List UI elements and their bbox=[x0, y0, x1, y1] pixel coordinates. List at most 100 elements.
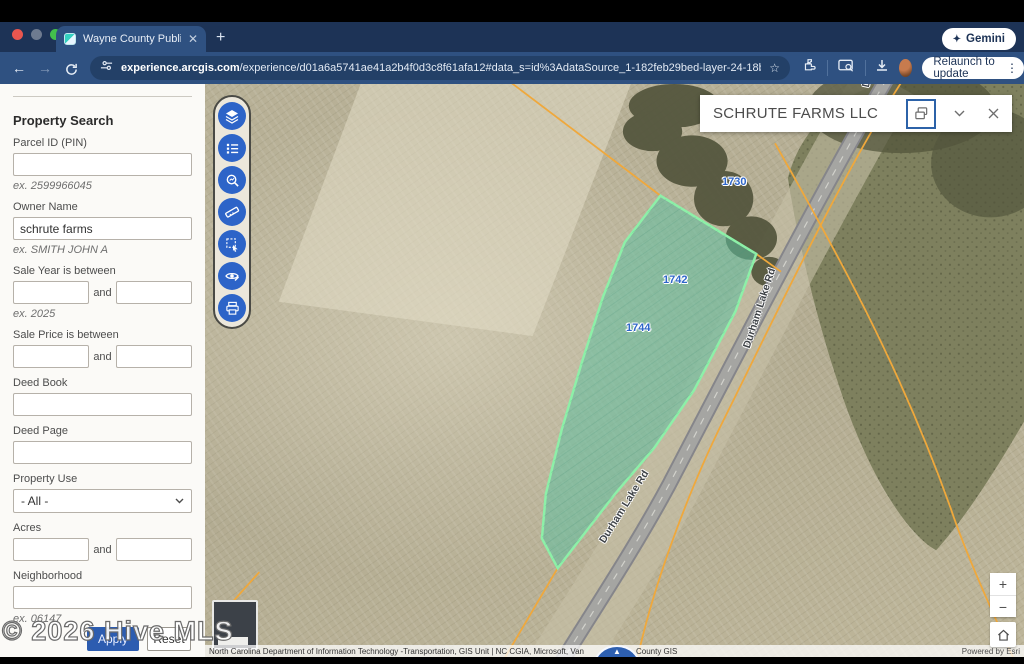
screen-frame: Wayne County Public Map ✕ + ✦ Gemini ← →… bbox=[0, 0, 1024, 664]
home-icon bbox=[997, 629, 1010, 641]
deed-page-label: Deed Page bbox=[13, 425, 192, 437]
deed-book-input[interactable] bbox=[13, 393, 192, 416]
parcel-label: 1742 bbox=[663, 274, 687, 286]
tab-favicon bbox=[64, 33, 76, 45]
deed-book-label: Deed Book bbox=[13, 377, 192, 389]
toolbar-actions: Relaunch to update ⋮ bbox=[802, 57, 1024, 79]
parcel-id-input[interactable] bbox=[13, 153, 192, 176]
profile-avatar[interactable] bbox=[899, 59, 912, 77]
query-icon bbox=[225, 173, 240, 188]
close-popup-button[interactable] bbox=[978, 99, 1008, 129]
url-bar[interactable]: experience.arcgis.com/experience/d01a6a5… bbox=[90, 56, 790, 80]
parcel-label: 1744 bbox=[626, 322, 650, 334]
toolbar-divider bbox=[827, 60, 828, 76]
legend-button[interactable] bbox=[218, 134, 246, 162]
legend-icon bbox=[225, 141, 240, 156]
menu-dots-icon[interactable]: ⋮ bbox=[1006, 61, 1018, 75]
forward-icon[interactable]: → bbox=[32, 60, 58, 76]
letterbox-top bbox=[0, 0, 1024, 22]
owner-name-input[interactable] bbox=[13, 217, 192, 240]
property-use-select[interactable]: - All - bbox=[13, 489, 192, 513]
dock-button[interactable] bbox=[906, 99, 936, 129]
dock-icon bbox=[914, 106, 929, 121]
acres-min-input[interactable] bbox=[13, 538, 89, 561]
query-button[interactable] bbox=[218, 166, 246, 194]
deed-page-input[interactable] bbox=[13, 441, 192, 464]
select-button[interactable] bbox=[218, 230, 246, 258]
url-domain: experience.arcgis.com bbox=[121, 62, 240, 74]
and-label: and bbox=[89, 544, 116, 556]
window-controls[interactable] bbox=[12, 29, 61, 40]
parcel-id-label: Parcel ID (PIN) bbox=[13, 137, 192, 149]
chevron-up-icon: ▲ bbox=[613, 647, 621, 657]
neighborhood-input[interactable] bbox=[13, 586, 192, 609]
chevron-down-icon bbox=[175, 498, 184, 504]
gemini-button[interactable]: ✦ Gemini bbox=[942, 28, 1016, 50]
back-icon[interactable]: ← bbox=[6, 60, 32, 76]
map-features bbox=[205, 84, 1024, 657]
screen-search-icon[interactable] bbox=[838, 58, 855, 78]
gemini-sparkle-icon: ✦ bbox=[953, 34, 961, 45]
sale-price-label: Sale Price is between bbox=[13, 329, 192, 341]
acres-label: Acres bbox=[13, 522, 192, 534]
layers-button[interactable] bbox=[218, 102, 246, 130]
reload-icon[interactable] bbox=[58, 60, 84, 76]
collapse-button[interactable] bbox=[944, 99, 974, 129]
print-icon bbox=[225, 301, 240, 316]
new-tab-button[interactable]: + bbox=[216, 30, 225, 46]
close-icon bbox=[988, 108, 999, 119]
owner-name-label: Owner Name bbox=[13, 201, 192, 213]
owner-name-hint: ex. SMITH JOHN A bbox=[13, 244, 192, 256]
feature-popup: SCHRUTE FARMS LLC bbox=[700, 95, 1012, 132]
close-window-button[interactable] bbox=[12, 29, 23, 40]
panel-title: Property Search bbox=[13, 113, 192, 128]
browser-tab[interactable]: Wayne County Public Map ✕ bbox=[56, 26, 206, 52]
chevron-down-icon bbox=[954, 110, 965, 117]
relaunch-label: Relaunch to update bbox=[933, 56, 1000, 80]
parcel-label: 1730 bbox=[722, 176, 746, 188]
measure-icon bbox=[224, 204, 240, 220]
and-label: and bbox=[89, 351, 116, 363]
tab-title: Wayne County Public Map bbox=[83, 33, 181, 45]
zoom-out-button[interactable]: − bbox=[990, 595, 1016, 617]
tab-close-icon[interactable]: ✕ bbox=[188, 32, 198, 46]
basemap-icon bbox=[224, 268, 240, 284]
measure-button[interactable] bbox=[218, 198, 246, 226]
parcel-id-hint: ex. 2599966045 bbox=[13, 180, 192, 192]
minimize-window-button[interactable] bbox=[31, 29, 42, 40]
print-button[interactable] bbox=[218, 294, 246, 322]
page-content: Property Search Parcel ID (PIN) ex. 2599… bbox=[0, 84, 1024, 657]
map-widget-toolbar bbox=[213, 95, 251, 329]
and-label: and bbox=[89, 287, 116, 299]
attribution-text: North Carolina Department of Information… bbox=[209, 647, 584, 656]
neighborhood-label: Neighborhood bbox=[13, 570, 192, 582]
map-canvas[interactable]: Durham Lake Rd 1730 1742 1744 Durham Lak… bbox=[205, 84, 1024, 657]
letterbox-bottom bbox=[0, 657, 1024, 664]
panel-divider bbox=[13, 96, 192, 97]
popup-title: SCHRUTE FARMS LLC bbox=[700, 105, 906, 122]
download-icon[interactable] bbox=[875, 59, 889, 78]
browser-tab-strip: Wayne County Public Map ✕ + ✦ Gemini bbox=[0, 22, 1024, 52]
bookmark-star-icon[interactable]: ☆ bbox=[769, 61, 780, 75]
extensions-icon[interactable] bbox=[802, 58, 817, 78]
select-icon bbox=[225, 237, 240, 252]
url-text[interactable]: experience.arcgis.com/experience/d01a6a5… bbox=[121, 62, 761, 74]
hive-mls-watermark: © 2026 Hive MLS bbox=[2, 616, 234, 647]
sale-price-min-input[interactable] bbox=[13, 345, 89, 368]
sale-year-max-input[interactable] bbox=[116, 281, 192, 304]
relaunch-button[interactable]: Relaunch to update ⋮ bbox=[922, 57, 1024, 79]
acres-max-input[interactable] bbox=[116, 538, 192, 561]
property-use-label: Property Use bbox=[13, 473, 192, 485]
gemini-label: Gemini bbox=[966, 33, 1005, 45]
property-search-panel: Property Search Parcel ID (PIN) ex. 2599… bbox=[0, 84, 205, 657]
toolbar-divider bbox=[865, 60, 866, 76]
powered-by-esri: Powered by Esri bbox=[962, 647, 1020, 656]
basemap-button[interactable] bbox=[218, 262, 246, 290]
url-path: /experience/d01a6a5741ae41a2b4f0d3c8f61a… bbox=[240, 62, 762, 74]
zoom-in-button[interactable]: + bbox=[990, 573, 1016, 595]
attribution-text: County GIS bbox=[636, 647, 677, 656]
sale-price-max-input[interactable] bbox=[116, 345, 192, 368]
sale-year-min-input[interactable] bbox=[13, 281, 89, 304]
tune-icon[interactable] bbox=[100, 59, 113, 77]
home-extent-button[interactable] bbox=[990, 622, 1016, 647]
